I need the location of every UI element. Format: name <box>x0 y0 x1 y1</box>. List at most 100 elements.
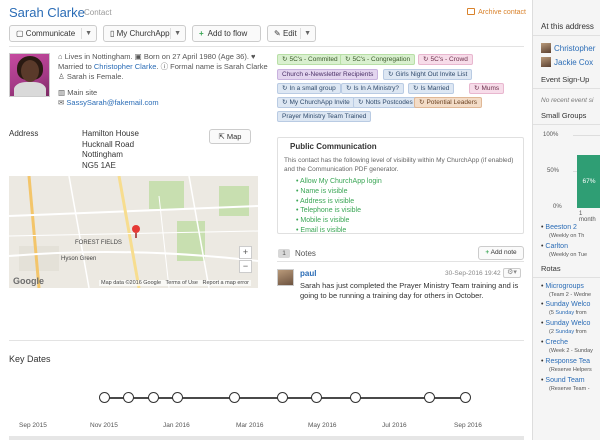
timeline-axis-label: May 2016 <box>308 422 337 429</box>
refresh-icon: ↻ <box>345 56 351 63</box>
rotas-label: Rotas <box>541 264 561 273</box>
profile-summary: ⌂ Lives in Nottingham. ▣ Born on 27 Apri… <box>58 52 268 107</box>
note-timestamp: 30-Sep-2016 19:42 <box>445 270 501 277</box>
timeline-axis-label: Sep 2016 <box>454 422 482 429</box>
refresh-icon: ↻ <box>419 99 425 106</box>
rota-link[interactable]: Sunday Welco <box>541 301 590 308</box>
tag-chip[interactable]: ↻ Notts Postcodes <box>353 97 418 108</box>
small-group-link[interactable]: Beeston 2 <box>541 224 577 231</box>
timeline-marker[interactable] <box>424 392 435 403</box>
tag-chip[interactable]: ↻ Potential Leaders <box>414 97 483 108</box>
refresh-icon: ↻ <box>346 85 352 92</box>
refresh-icon: ↻ <box>423 56 429 63</box>
rota-link[interactable]: Sound Team <box>541 377 584 384</box>
chart-tick-label: 50% <box>547 168 560 174</box>
add-to-flow-label: Add to flow <box>207 29 248 38</box>
small-group-detail: (Weekly on Tue <box>549 252 588 258</box>
terms-link[interactable]: Terms of Use <box>166 280 198 286</box>
divider <box>533 35 600 36</box>
edit-button[interactable]: ✎ Edit ▼ <box>267 25 316 42</box>
map-zoom-out-button[interactable]: − <box>239 260 252 273</box>
spouse-link[interactable]: Christopher Clarke <box>94 62 157 71</box>
timeline-marker[interactable] <box>460 392 471 403</box>
my-churchapp-button[interactable]: ▯ My ChurchApp ▼ <box>103 25 186 42</box>
cake-icon: ▣ <box>134 52 142 61</box>
email-link[interactable]: SassySarah@fakemail.com <box>66 98 158 107</box>
tag-chip[interactable]: ↻ Is Married <box>408 83 455 94</box>
add-to-flow-button[interactable]: + Add to flow <box>192 25 261 42</box>
tag-chip[interactable]: ↻ Girls Night Out Invite List <box>383 69 473 80</box>
chevron-down-icon: ▼ <box>85 30 92 37</box>
communicate-button[interactable]: ▢ Communicate ▼ <box>9 25 97 42</box>
list-item: Email is visible <box>296 226 517 236</box>
address-line: Nottingham <box>82 150 123 159</box>
sidebar: At this address Christopher Jackie Cox E… <box>532 0 600 440</box>
household-member-link[interactable]: Christopher <box>541 43 595 55</box>
pencil-icon: ✎ <box>274 29 281 38</box>
rota-detail: (Team 2 - Wedne <box>549 292 592 298</box>
address-map[interactable]: FOREST FIELDS Hyson Green + − Google Map… <box>9 176 258 288</box>
tag-chip[interactable]: ↻ 5C's - Congregation <box>340 54 416 65</box>
tag-chip[interactable]: ↻ 5C's - Commited <box>277 54 343 65</box>
timeline-marker[interactable] <box>350 392 361 403</box>
plus-icon: + <box>199 29 204 38</box>
timeline-marker[interactable] <box>229 392 240 403</box>
small-group-link[interactable]: Carlton <box>541 243 568 250</box>
address-line: Hamilton House <box>82 129 139 138</box>
note-author-link[interactable]: paul <box>300 269 316 278</box>
tag-chip[interactable]: Church e-Newsletter Recipients <box>277 69 379 80</box>
rota-link[interactable]: Sunday Welco <box>541 320 590 327</box>
report-map-error-link[interactable]: Report a map error <box>203 280 249 286</box>
tag-chip[interactable]: ↻ My ChurchApp Invite <box>277 97 355 108</box>
archive-icon <box>467 8 476 15</box>
rota-detail: (Reserve Helpers <box>549 367 592 373</box>
list-item: Address is visible <box>296 197 517 207</box>
timeline-scrollbar[interactable] <box>9 436 524 440</box>
tag-chip[interactable]: ↻ Mums <box>469 83 505 94</box>
visibility-list: Allow My ChurchApp login Name is visible… <box>296 177 517 236</box>
small-groups-label: Small Groups <box>541 111 587 120</box>
timeline-marker[interactable] <box>99 392 110 403</box>
married-text: Married to <box>58 62 92 71</box>
list-item: Telephone is visible <box>296 206 517 216</box>
chart-tick-label: 100% <box>543 132 559 138</box>
contact-type-label: Contact <box>84 8 112 17</box>
timeline-marker[interactable] <box>277 392 288 403</box>
address-line: Hucknall Road <box>82 139 135 149</box>
archive-contact-label: Archive contact <box>478 9 526 16</box>
map-zoom-in-button[interactable]: + <box>239 246 252 259</box>
timeline-axis-label: Jul 2016 <box>382 422 407 429</box>
note-text: Sarah has just completed the Prayer Mini… <box>300 281 519 300</box>
tag-chip[interactable]: ↻ In a small group <box>277 83 341 94</box>
map-place-label: Hyson Green <box>61 256 97 262</box>
sidebar-heading: At this address <box>541 22 594 31</box>
timeline-marker[interactable] <box>311 392 322 403</box>
rota-link[interactable]: Response Tea <box>541 358 590 365</box>
born-text: Born on 27 April 1980 (Age 36). <box>143 52 249 61</box>
timeline-marker[interactable] <box>172 392 183 403</box>
rota-link[interactable]: Microgroups <box>541 283 584 290</box>
info-icon: ⓘ <box>160 62 169 71</box>
key-dates-timeline: Sep 2015 Nov 2015 Jan 2016 Mar 2016 May … <box>0 380 532 440</box>
chevron-down-icon: ▼ <box>304 30 311 37</box>
formal-name-text: Formal name is Sarah Clarke. <box>170 62 268 71</box>
plus-icon: + <box>485 249 490 256</box>
refresh-icon: ↻ <box>413 85 419 92</box>
tag-chip[interactable]: ↻ Is In A Ministry? <box>341 83 404 94</box>
gear-icon[interactable]: ⚙▾ <box>503 268 521 278</box>
envelope-icon: ✉ <box>58 98 65 107</box>
timeline-marker[interactable] <box>148 392 159 403</box>
tag-chip[interactable]: Prayer Ministry Team Trained <box>277 111 372 122</box>
rota-link[interactable]: Creche <box>541 339 568 346</box>
household-member-link[interactable]: Jackie Cox <box>541 57 593 69</box>
map-button[interactable]: ⇱ Map <box>209 129 251 144</box>
timeline-axis-label: Sep 2015 <box>19 422 47 429</box>
add-note-button[interactable]: + Add note <box>478 246 524 260</box>
divider <box>9 46 524 47</box>
timeline-axis-label: Nov 2015 <box>90 422 118 429</box>
timeline-marker[interactable] <box>123 392 134 403</box>
archive-contact-link[interactable]: Archive contact <box>467 8 526 16</box>
tag-chip[interactable]: ↻ 5C's - Crowd <box>418 54 473 65</box>
map-tiles <box>9 176 258 288</box>
divider <box>533 88 600 89</box>
